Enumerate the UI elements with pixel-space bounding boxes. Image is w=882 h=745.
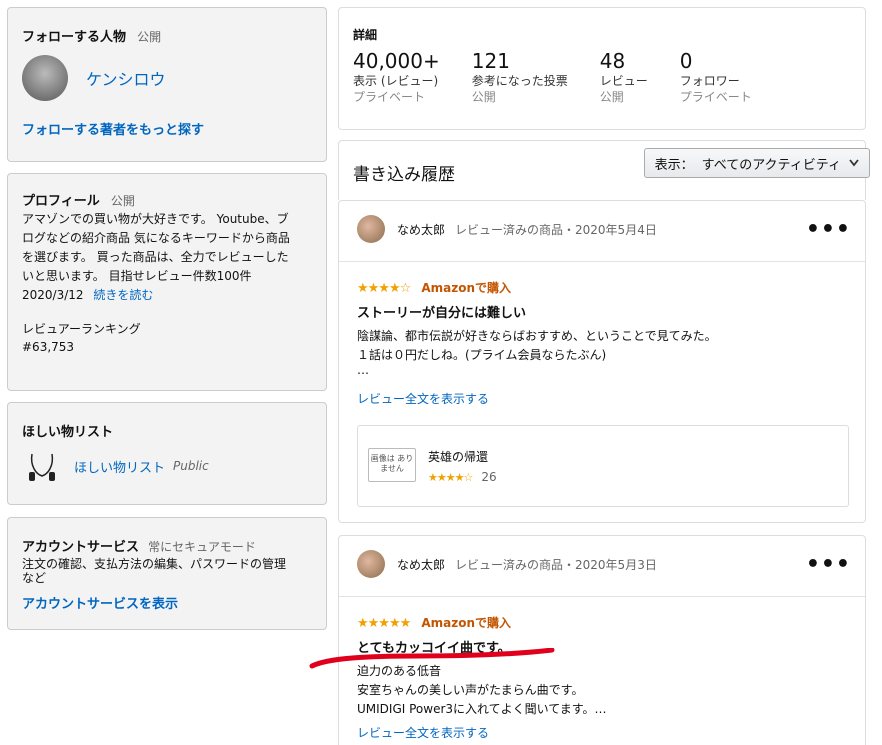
stat-visibility: プライベート: [679, 90, 752, 104]
secure-mode: 常にセキュアモード: [148, 540, 256, 554]
review-title[interactable]: ストーリーが自分には難しい: [357, 302, 526, 321]
review-body-line: １話は０円だしね。(プライム会員ならたぶん): [357, 348, 607, 362]
review-rating: ★★★★☆ Amazonで購入: [357, 277, 511, 296]
account-service-link[interactable]: アカウントサービスを表示: [22, 593, 312, 612]
reviewer-avatar[interactable]: [357, 550, 385, 578]
stats-row: 40,000+ 表示 (レビュー) プライベート 121 参考になった投票 公開…: [353, 49, 851, 105]
follow-card: フォローする人物 公開 ケンシロウ フォローする著者をもっと探す: [7, 7, 327, 162]
review-author[interactable]: なめ太郎 レビュー済みの商品・2020年5月3日: [357, 550, 657, 578]
full-review-link[interactable]: レビュー全文を表示する: [357, 390, 489, 407]
earphones-icon: [29, 453, 55, 481]
more-options-icon[interactable]: •••: [806, 217, 851, 242]
more-authors-link[interactable]: フォローする著者をもっと探す: [22, 119, 312, 138]
filter-prefix: 表示：: [654, 157, 694, 173]
verified-purchase-badge: Amazonで購入: [421, 616, 512, 630]
reviewer-name[interactable]: なめ太郎: [397, 221, 445, 238]
product-star-icon: ★★★★☆: [428, 471, 473, 484]
product-box[interactable]: 画像は ありません 英雄の帰還 ★★★★☆ 26: [357, 425, 849, 507]
stat-number: 121: [471, 49, 510, 73]
profile-bio: アマゾンでの買い物が大好きです。 Youtube、ブ ログなどの紹介商品 気にな…: [22, 210, 312, 305]
stat-visibility: プライベート: [353, 90, 426, 104]
ranking-label: レビュアーランキング: [22, 322, 141, 336]
details-title: 詳細: [353, 28, 378, 42]
divider: [339, 596, 865, 597]
wishlist-title: ほしい物リスト: [22, 425, 114, 440]
read-more-link[interactable]: 続きを読む: [93, 288, 153, 302]
chevron-down-icon: [849, 159, 859, 167]
person-name-link[interactable]: ケンシロウ: [86, 66, 166, 90]
account-desc-line: など: [22, 571, 47, 585]
bio-line: アマゾンでの買い物が大好きです。 Youtube、ブ: [22, 212, 289, 226]
review-body-line: 陰謀論、都市伝説が好きならばおすすめ、ということで見てみた。: [357, 329, 717, 343]
profile-visibility: 公開: [110, 194, 135, 208]
account-title: アカウントサービス: [22, 540, 140, 555]
bio-line: を選びます。 買った商品は、全力でレビューした: [22, 250, 289, 264]
stat-label: 参考になった投票: [471, 74, 568, 88]
stat-label: レビュー: [599, 74, 648, 88]
star-rating-icon: ★★★★☆: [357, 281, 411, 296]
star-rating-icon: ★★★★★: [357, 616, 411, 631]
reviewer-avatar[interactable]: [357, 215, 385, 243]
account-desc: 注文の確認、支払方法の編集、パスワードの管理 など: [22, 557, 312, 585]
filter-value: すべてのアクティビティ: [701, 157, 841, 173]
account-card: アカウントサービス 常にセキュアモード 注文の確認、支払方法の編集、パスワードの…: [7, 517, 327, 630]
review-body-line: UMIDIGI Power3に入れてよく聞いてます。…: [357, 702, 607, 716]
follow-visibility: 公開: [137, 30, 162, 44]
full-review-link[interactable]: レビュー全文を表示する: [357, 724, 489, 741]
stat-visibility: 公開: [471, 90, 496, 104]
review-card: なめ太郎 レビュー済みの商品・2020年5月4日 ••• ★★★★☆ Amazo…: [338, 200, 866, 523]
product-name[interactable]: 英雄の帰還: [428, 448, 488, 465]
bio-line: いと思います。 目指せレビュー件数100件: [22, 269, 252, 283]
reviewer-name[interactable]: なめ太郎: [397, 556, 445, 573]
stat-label: 表示 (レビュー): [353, 74, 439, 88]
wishlist-link[interactable]: ほしい物リスト: [74, 457, 165, 476]
stat-visibility: 公開: [599, 90, 624, 104]
product-rating-count: 26: [481, 470, 497, 484]
person-avatar[interactable]: [22, 55, 68, 101]
profile-card: プロフィール 公開 アマゾンでの買い物が大好きです。 Youtube、ブ ログな…: [7, 173, 327, 391]
review-body-line: …: [357, 363, 369, 377]
ranking-value: #63,753: [22, 340, 75, 354]
wishlist-card: ほしい物リスト ほしい物リスト Public: [7, 402, 327, 505]
no-image-placeholder: 画像は ありません: [368, 448, 416, 482]
stat-followers: 0 フォロワー プライベート: [680, 49, 752, 105]
review-body: 陰謀論、都市伝説が好きならばおすすめ、ということで見てみた。 １話は０円だしね。…: [357, 327, 717, 377]
profile-page: フォローする人物 公開 ケンシロウ フォローする著者をもっと探す プロフィール …: [0, 0, 882, 745]
stat-number: 48: [599, 49, 626, 73]
history-title: 書き込み履歴: [353, 165, 455, 185]
stat-label: フォロワー: [679, 74, 740, 88]
bio-line: ログなどの紹介商品 気になるキーワードから商品: [22, 231, 290, 245]
review-meta: レビュー済みの商品・2020年5月3日: [455, 557, 657, 572]
stat-helpful: 121 参考になった投票 公開: [472, 49, 568, 105]
details-card: 詳細 40,000+ 表示 (レビュー) プライベート 121 参考になった投票…: [338, 7, 866, 130]
stat-views: 40,000+ 表示 (レビュー) プライベート: [353, 49, 440, 105]
review-card: なめ太郎 レビュー済みの商品・2020年5月3日 ••• ★★★★★ Amazo…: [338, 535, 866, 745]
followed-person[interactable]: ケンシロウ: [22, 55, 312, 101]
profile-title: プロフィール: [22, 194, 100, 209]
red-underline-annotation: [309, 648, 555, 669]
wishlist-visibility: Public: [173, 459, 209, 473]
bio-date: 2020/3/12: [22, 288, 84, 302]
review-meta: レビュー済みの商品・2020年5月4日: [455, 222, 657, 237]
stat-number: 40,000+: [353, 49, 440, 73]
divider: [339, 261, 865, 262]
stat-number: 0: [679, 49, 693, 73]
stat-reviews: 48 レビュー 公開: [600, 49, 648, 105]
verified-purchase-badge: Amazonで購入: [421, 281, 512, 295]
account-desc-line: 注文の確認、支払方法の編集、パスワードの管理: [22, 557, 287, 571]
product-rating: ★★★★☆ 26: [428, 466, 497, 485]
review-author[interactable]: なめ太郎 レビュー済みの商品・2020年5月4日: [357, 215, 657, 243]
activity-filter-select[interactable]: 表示： すべてのアクティビティ: [643, 148, 870, 178]
review-rating: ★★★★★ Amazonで購入: [357, 612, 511, 631]
wishlist-item[interactable]: ほしい物リスト Public: [22, 446, 312, 486]
review-body: 迫力のある低音 安室ちゃんの美しい声がたまらん曲です。 UMIDIGI Powe…: [357, 662, 607, 719]
follow-title: フォローする人物: [22, 30, 127, 45]
more-options-icon[interactable]: •••: [806, 552, 851, 577]
review-body-line: 安室ちゃんの美しい声がたまらん曲です。: [357, 683, 584, 697]
